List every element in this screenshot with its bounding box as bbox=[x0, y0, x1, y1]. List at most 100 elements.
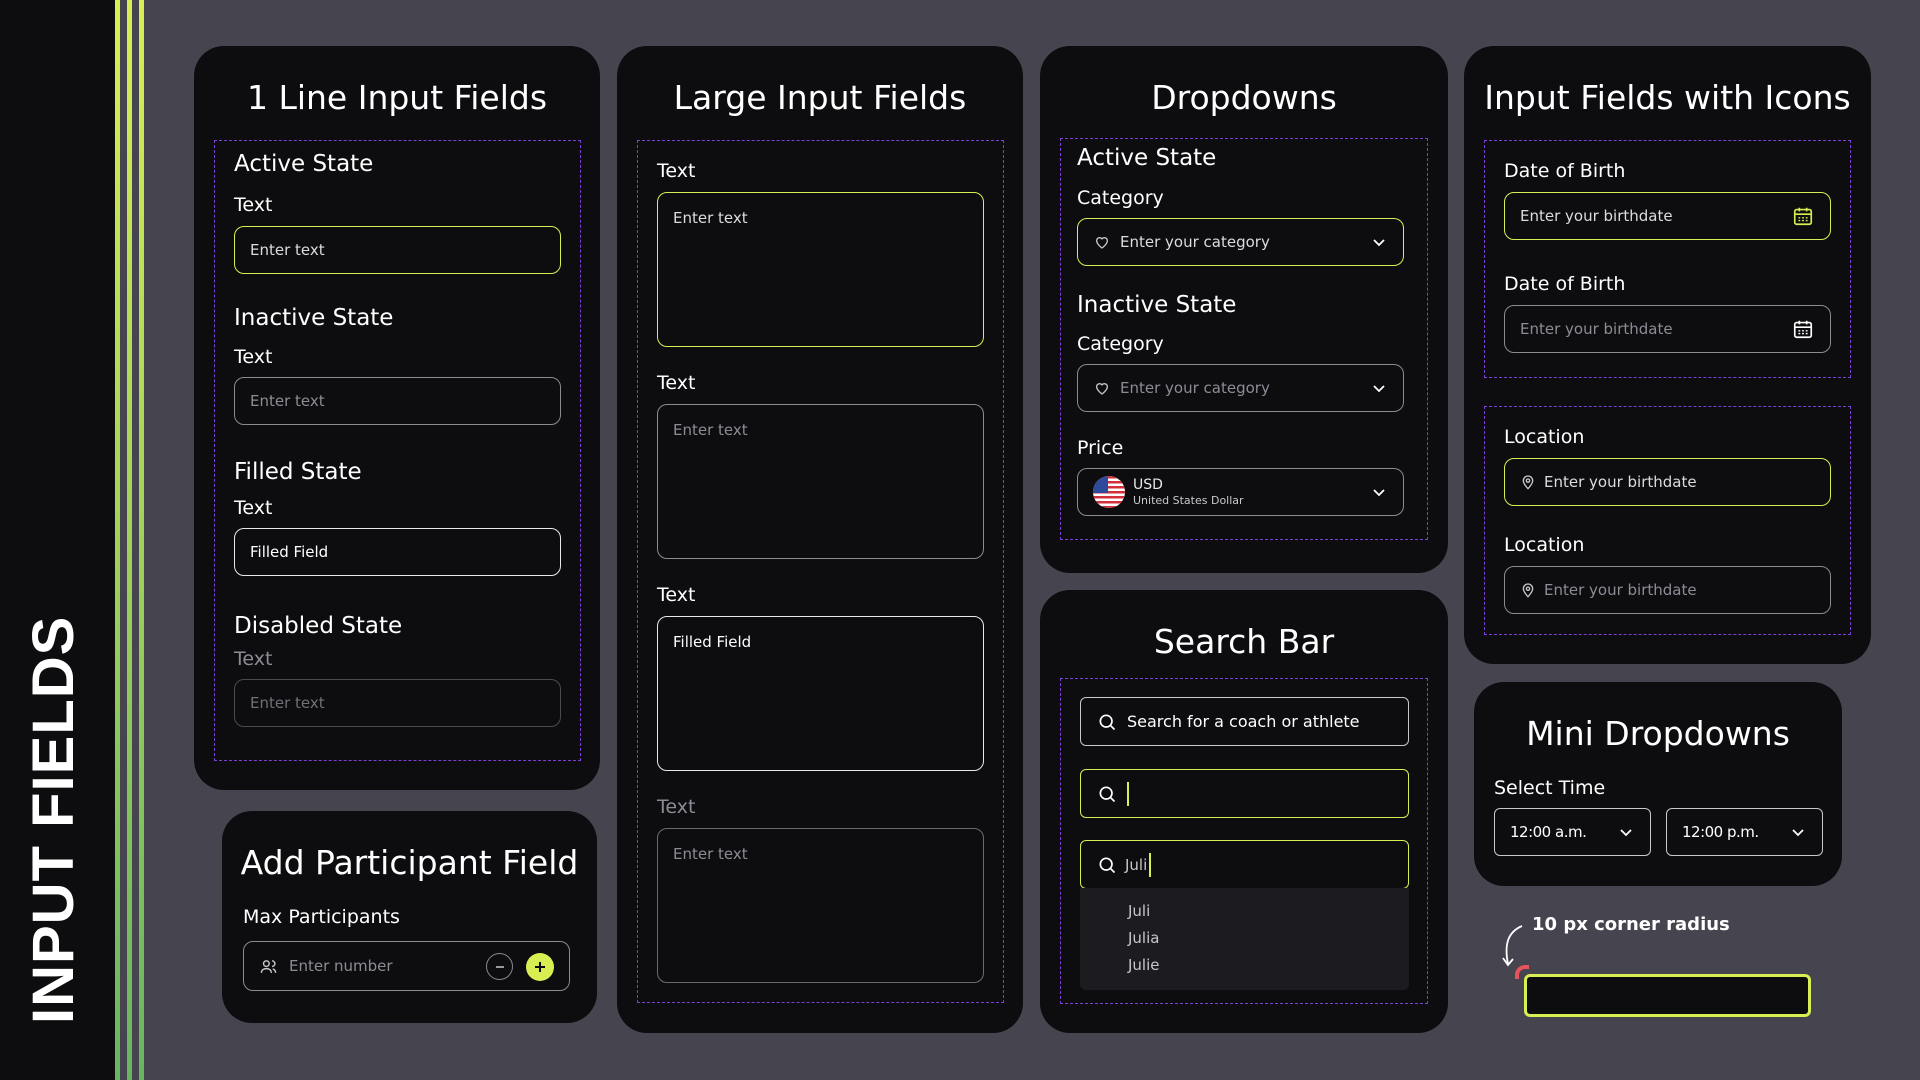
search-input[interactable]: Search for a coach or athlete bbox=[1080, 697, 1409, 746]
input-placeholder: Enter text bbox=[250, 694, 325, 712]
time-dropdown-am[interactable]: 12:00 a.m. bbox=[1494, 808, 1651, 856]
card-title: Add Participant Field bbox=[240, 843, 579, 882]
radius-note: 10 px corner radius bbox=[1532, 914, 1730, 935]
search-suggestions: Juli Julia Julie bbox=[1080, 888, 1409, 990]
text-caret bbox=[1149, 852, 1152, 877]
currency-name: United States Dollar bbox=[1133, 493, 1244, 507]
field-label: Text bbox=[234, 194, 273, 216]
card-title: Search Bar bbox=[1153, 622, 1335, 661]
suggestion-item[interactable]: Juli bbox=[1128, 898, 1409, 925]
field-label: Text bbox=[657, 584, 696, 606]
category-dropdown-active[interactable]: Enter your category bbox=[1077, 218, 1404, 266]
heart-icon bbox=[1094, 380, 1110, 396]
state-heading: Inactive State bbox=[234, 305, 394, 331]
accent-stripe bbox=[139, 0, 144, 1080]
calendar-icon[interactable] bbox=[1792, 318, 1814, 340]
calendar-icon[interactable] bbox=[1792, 205, 1814, 227]
input-placeholder: Enter number bbox=[289, 957, 393, 975]
field-label: Text bbox=[657, 372, 696, 394]
text-input-active[interactable]: Enter text bbox=[234, 226, 561, 274]
currency-dropdown[interactable]: USD United States Dollar bbox=[1077, 468, 1404, 516]
input-placeholder: Enter your birthdate bbox=[1520, 320, 1673, 338]
location-pin-icon bbox=[1520, 474, 1536, 490]
field-label: Text bbox=[234, 346, 273, 368]
minus-button[interactable] bbox=[486, 953, 513, 980]
chevron-down-icon bbox=[1371, 234, 1387, 254]
participant-stepper[interactable]: Enter number bbox=[243, 941, 570, 991]
currency-code: USD bbox=[1133, 477, 1163, 493]
input-value: Filled Field bbox=[250, 543, 329, 561]
text-caret bbox=[1127, 781, 1129, 806]
input-placeholder: Enter your birthdate bbox=[1544, 473, 1697, 491]
card-title: Large Input Fields bbox=[673, 78, 967, 117]
user-icon bbox=[260, 958, 277, 975]
field-label: Date of Birth bbox=[1504, 273, 1626, 295]
textarea-disabled: Enter text bbox=[657, 828, 984, 983]
state-heading: Inactive State bbox=[1077, 292, 1237, 318]
text-input-filled[interactable]: Filled Field bbox=[234, 528, 561, 576]
time-dropdown-pm[interactable]: 12:00 p.m. bbox=[1666, 808, 1823, 856]
field-label: Location bbox=[1504, 534, 1585, 556]
search-input-focused[interactable] bbox=[1080, 769, 1409, 818]
search-typed-text: Juli bbox=[1125, 855, 1148, 874]
side-title: INPUT FIELDS bbox=[21, 615, 86, 1024]
field-label: Max Participants bbox=[243, 906, 400, 928]
search-placeholder: Search for a coach or athlete bbox=[1127, 712, 1360, 731]
time-value: 12:00 a.m. bbox=[1510, 823, 1587, 841]
search-icon bbox=[1097, 855, 1117, 875]
field-label: Text bbox=[657, 160, 696, 182]
field-label: Date of Birth bbox=[1504, 160, 1626, 182]
location-input[interactable]: Enter your birthdate bbox=[1504, 566, 1831, 614]
chevron-down-icon bbox=[1371, 380, 1387, 400]
chevron-down-icon bbox=[1790, 824, 1806, 844]
field-label: Text bbox=[657, 796, 696, 818]
state-heading: Disabled State bbox=[234, 613, 403, 639]
category-dropdown-inactive[interactable]: Enter your category bbox=[1077, 364, 1404, 412]
card-title: Mini Dropdowns bbox=[1526, 714, 1790, 753]
field-label: Text bbox=[234, 497, 273, 519]
state-heading: Active State bbox=[234, 151, 374, 177]
chevron-down-icon bbox=[1618, 824, 1634, 844]
time-value: 12:00 p.m. bbox=[1682, 823, 1759, 841]
curved-arrow-icon bbox=[1502, 925, 1523, 967]
field-label: Location bbox=[1504, 426, 1585, 448]
textarea-active[interactable]: Enter text bbox=[657, 192, 984, 347]
us-flag-icon bbox=[1093, 476, 1125, 508]
radius-example-box bbox=[1524, 974, 1811, 1017]
field-label: Price bbox=[1077, 437, 1124, 459]
card-title: Dropdowns bbox=[1151, 78, 1337, 117]
accent-stripe bbox=[115, 0, 120, 1080]
search-icon bbox=[1097, 784, 1117, 804]
accent-stripe bbox=[127, 0, 132, 1080]
field-label: Select Time bbox=[1494, 777, 1606, 799]
input-placeholder: Enter text bbox=[250, 241, 325, 259]
text-input-inactive[interactable]: Enter text bbox=[234, 377, 561, 425]
plus-button[interactable] bbox=[526, 953, 554, 981]
suggestion-item[interactable]: Julia bbox=[1128, 925, 1409, 952]
dropdown-placeholder: Enter your category bbox=[1120, 233, 1270, 251]
state-heading: Filled State bbox=[234, 459, 362, 485]
heart-icon bbox=[1094, 234, 1110, 250]
birthdate-input[interactable]: Enter your birthdate bbox=[1504, 305, 1831, 353]
field-label: Category bbox=[1077, 187, 1164, 209]
card-title: Input Fields with Icons bbox=[1484, 78, 1851, 117]
textarea-placeholder: Enter text bbox=[673, 421, 748, 439]
field-label: Category bbox=[1077, 333, 1164, 355]
location-input-active[interactable]: Enter your birthdate bbox=[1504, 458, 1831, 506]
card-title: 1 Line Input Fields bbox=[246, 78, 548, 117]
input-placeholder: Enter your birthdate bbox=[1520, 207, 1673, 225]
location-pin-icon bbox=[1520, 582, 1536, 598]
textarea-placeholder: Enter text bbox=[673, 209, 748, 227]
dropdown-placeholder: Enter your category bbox=[1120, 379, 1270, 397]
search-input-typing[interactable]: Juli bbox=[1080, 840, 1409, 889]
textarea-filled[interactable]: Filled Field bbox=[657, 616, 984, 771]
birthdate-input-active[interactable]: Enter your birthdate bbox=[1504, 192, 1831, 240]
input-placeholder: Enter text bbox=[250, 392, 325, 410]
field-label: Text bbox=[234, 648, 273, 670]
textarea-value: Filled Field bbox=[673, 633, 752, 651]
text-input-disabled: Enter text bbox=[234, 679, 561, 727]
textarea-inactive[interactable]: Enter text bbox=[657, 404, 984, 559]
input-placeholder: Enter your birthdate bbox=[1544, 581, 1697, 599]
suggestion-item[interactable]: Julie bbox=[1128, 952, 1409, 979]
textarea-placeholder: Enter text bbox=[673, 845, 748, 863]
